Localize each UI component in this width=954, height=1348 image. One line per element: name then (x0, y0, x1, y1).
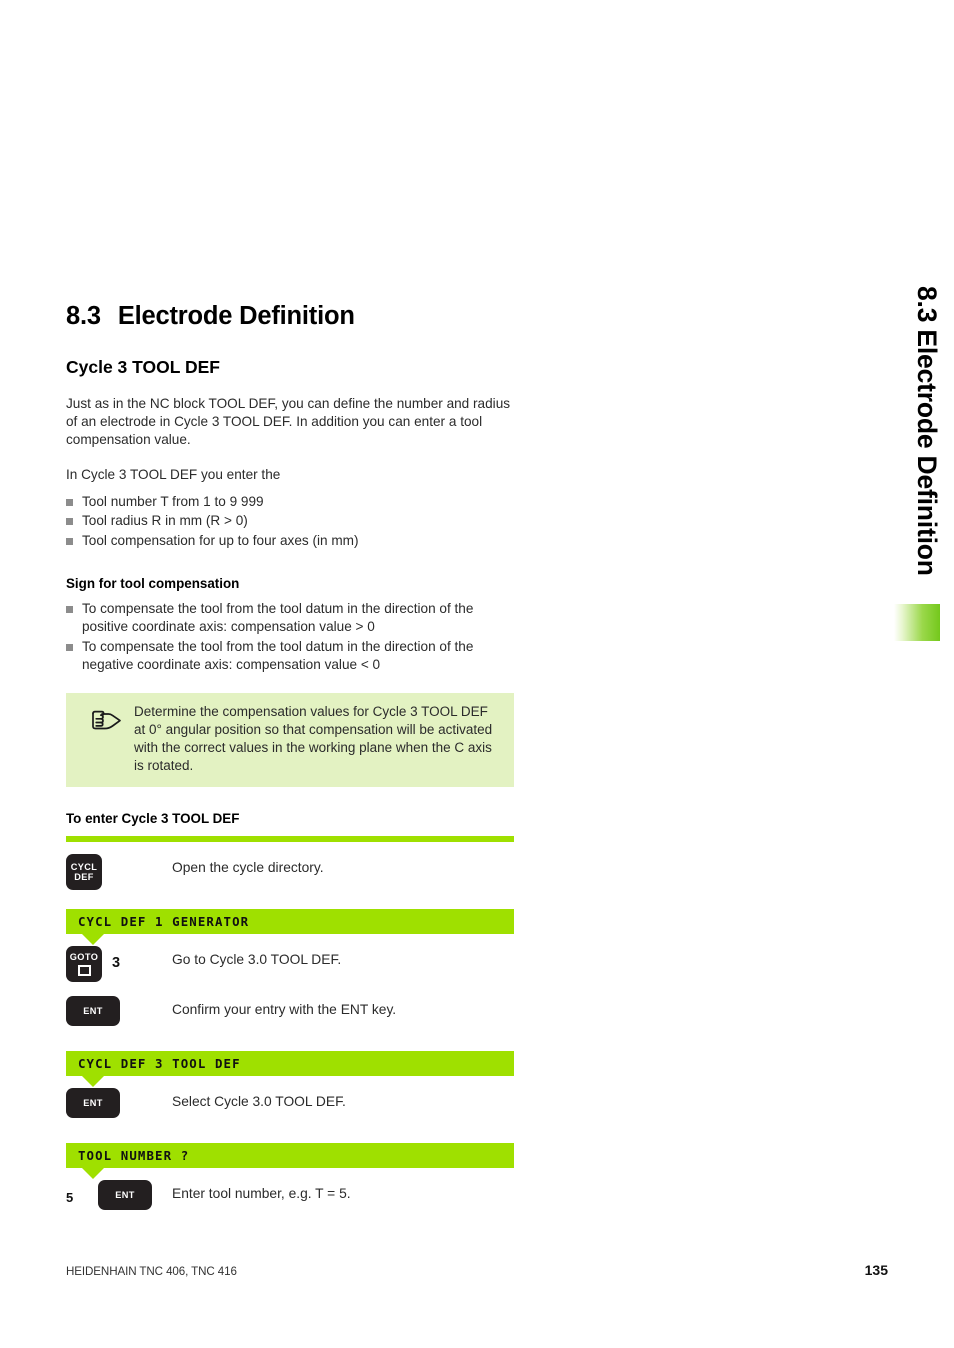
step-key-column: ENT (66, 1087, 172, 1118)
banner-pointer-icon (82, 933, 104, 945)
document-page: 8.3 Electrode Definition 8.3 Electrode De… (0, 0, 954, 1348)
step-description: Go to Cycle 3.0 TOOL DEF. (172, 951, 342, 967)
section-title-text: Electrode Definition (117, 302, 355, 330)
step-entered-value: 5 (66, 1189, 74, 1205)
banner-bar: TOOL NUMBER ? (66, 1142, 514, 1168)
procedure-step: 5 ENT Enter tool number, e.g. T = 5. (66, 1179, 514, 1218)
procedure-step: CYCL DEF Open the cycle directory. (66, 853, 514, 892)
step-key-column: ENT (66, 995, 172, 1026)
side-tab-accent-bar (894, 604, 940, 641)
bullet-square-icon (66, 605, 73, 613)
step-description: Enter tool number, e.g. T = 5. (172, 1185, 351, 1201)
list-item: To compensate the tool from the tool dat… (66, 638, 514, 675)
list-item: Tool radius R in mm (R > 0) (66, 512, 514, 530)
banner-bar: CYCL DEF 3 TOOL DEF (66, 1050, 514, 1076)
banner-pointer-icon (82, 1167, 104, 1179)
screen-banner: TOOL NUMBER ? (66, 1142, 514, 1179)
step-description: Select Cycle 3.0 TOOL DEF. (172, 1093, 346, 1109)
procedure-step: GOTO 3 Go to Cycle 3.0 TOOL DEF. (66, 945, 514, 984)
banner-bar: CYCL DEF 1 GENERATOR (66, 908, 514, 934)
procedure-step: ENT Select Cycle 3.0 TOOL DEF. (66, 1087, 514, 1126)
list-item-label: To compensate the tool from the tool dat… (82, 600, 474, 635)
list-item-label: To compensate the tool from the tool dat… (82, 638, 474, 672)
sign-bullet-list: To compensate the tool from the tool dat… (66, 600, 514, 674)
key-label-line2: DEF (74, 872, 94, 883)
list-item-label: Tool radius R in mm (R > 0) (82, 513, 248, 529)
ent-key[interactable]: ENT (98, 1179, 152, 1210)
key-label-line1: ENT (115, 1189, 135, 1200)
key-label-line1: CYCL (70, 861, 98, 872)
footer-product-name: HEIDENHAIN TNC 406, TNC 416 (66, 1265, 237, 1278)
page-number: 135 (864, 1262, 888, 1278)
side-tab: 8.3 Electrode Definition (894, 286, 942, 646)
side-tab-label: 8.3 Electrode Definition (912, 286, 942, 576)
goto-square-icon (77, 964, 91, 976)
banner-pointer-icon (82, 1075, 104, 1087)
list-item: Tool number T from 1 to 9 999 (66, 493, 514, 511)
key-label-line1: ENT (83, 1097, 103, 1108)
page-footer: HEIDENHAIN TNC 406, TNC 416 135 (66, 1262, 888, 1278)
list-item-label: Tool number T from 1 to 9 999 (82, 493, 264, 509)
screen-banner: CYCL DEF 3 TOOL DEF (66, 1050, 514, 1087)
screen-banner: CYCL DEF 1 GENERATOR (66, 908, 514, 945)
step-key-column: CYCL DEF (66, 853, 172, 890)
step-key-column: 5 ENT (66, 1179, 172, 1210)
banner-label: TOOL NUMBER ? (78, 1147, 190, 1163)
main-content: 8.3 Electrode Definition Cycle 3 TOOL DEF… (66, 302, 514, 1218)
list-item: Tool compensation for up to four axes (i… (66, 532, 514, 550)
banner-label: CYCL DEF 1 GENERATOR (78, 913, 250, 929)
intro-paragraph-2: In Cycle 3 TOOL DEF you enter the (66, 466, 281, 482)
bullet-square-icon (66, 643, 73, 651)
step-description: Confirm your entry with the ENT key. (172, 1001, 397, 1017)
section-subtitle: Cycle 3 TOOL DEF (66, 356, 220, 377)
step-key-column: GOTO 3 (66, 945, 172, 982)
procedure-step: ENT Confirm your entry with the ENT key. (66, 995, 514, 1034)
step-description: Open the cycle directory. (172, 859, 324, 875)
key-label-line1: GOTO (69, 952, 99, 963)
step-argument-value: 3 (112, 954, 121, 971)
ent-key[interactable]: ENT (66, 995, 120, 1026)
bullet-square-icon (66, 537, 73, 545)
banner-label: CYCL DEF 3 TOOL DEF (78, 1055, 241, 1071)
entry-bullet-list: Tool number T from 1 to 9 999 Tool radiu… (66, 493, 514, 550)
goto-key[interactable]: GOTO (66, 945, 102, 982)
list-item: To compensate the tool from the tool dat… (66, 600, 514, 637)
procedure-divider (66, 835, 514, 842)
section-number: 8.3 (66, 302, 101, 330)
page-title: 8.3 Electrode Definition (66, 302, 514, 331)
intro-paragraph-1: Just as in the NC block TOOL DEF, you ca… (66, 395, 511, 447)
bullet-square-icon (66, 498, 73, 506)
key-label-line1: ENT (83, 1005, 103, 1016)
ent-key[interactable]: ENT (66, 1087, 120, 1118)
list-item-label: Tool compensation for up to four axes (i… (82, 532, 359, 548)
cycl-def-key[interactable]: CYCL DEF (66, 853, 102, 890)
pointing-hand-icon (78, 703, 134, 774)
note-text: Determine the compensation values for Cy… (134, 704, 493, 773)
bullet-square-icon (66, 518, 73, 526)
sign-section-heading: Sign for tool compensation (66, 575, 240, 591)
note-box: Determine the compensation values for Cy… (66, 693, 514, 787)
procedure-heading: To enter Cycle 3 TOOL DEF (66, 810, 240, 826)
